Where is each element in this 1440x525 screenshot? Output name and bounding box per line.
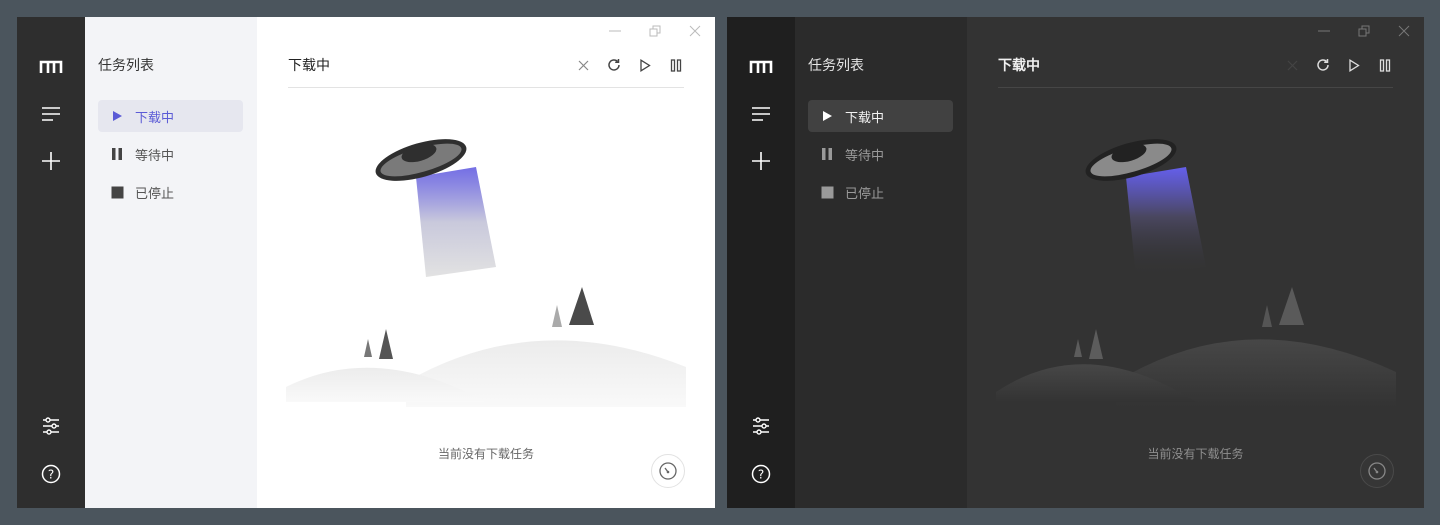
- main-panel: 下载中 当前没有下载任务: [257, 17, 715, 508]
- page-title: 下载中: [288, 57, 330, 73]
- empty-illustration: [286, 139, 686, 407]
- close-icon[interactable]: [1284, 57, 1300, 73]
- pause-icon[interactable]: [1377, 57, 1393, 73]
- sidebar-item-stopped[interactable]: 已停止: [98, 176, 243, 208]
- menu-icon[interactable]: [749, 102, 773, 126]
- sidebar-item-label: 下载中: [845, 109, 885, 125]
- pause-icon[interactable]: [668, 57, 684, 73]
- speed-button[interactable]: [651, 454, 685, 488]
- settings-icon[interactable]: [39, 414, 63, 438]
- logo-icon[interactable]: [39, 55, 63, 79]
- minimize-icon[interactable]: [605, 24, 625, 38]
- add-icon[interactable]: [749, 149, 773, 173]
- left-rail: ?: [17, 17, 85, 508]
- empty-message: 当前没有下载任务: [1147, 447, 1244, 461]
- hills: [286, 287, 686, 407]
- maximize-icon[interactable]: [1354, 24, 1374, 38]
- pause-icon: [818, 147, 836, 161]
- settings-icon[interactable]: [749, 414, 773, 438]
- sidebar-item-downloading[interactable]: 下载中: [98, 100, 243, 132]
- left-rail: ?: [727, 17, 795, 508]
- ufo: [375, 139, 496, 277]
- sidebar-item-waiting[interactable]: 等待中: [98, 138, 243, 170]
- sidebar-title: 任务列表: [808, 57, 864, 73]
- sidebar-item-downloading[interactable]: 下载中: [808, 100, 953, 132]
- refresh-icon[interactable]: [1315, 57, 1331, 73]
- sidebar-title: 任务列表: [98, 57, 154, 73]
- task-sidebar: 任务列表 下载中 等待中 已停止: [85, 17, 257, 508]
- logo-icon[interactable]: [749, 55, 773, 79]
- app-window-light: ? 任务列表 下载中 等待中 已停止 下载中 当前没有下载任务: [17, 17, 715, 508]
- app-window-dark: ? 任务列表 下载中 等待中 已停止 下载中 当前没有下载任务: [727, 17, 1424, 508]
- add-icon[interactable]: [39, 149, 63, 173]
- maximize-icon[interactable]: [645, 24, 665, 38]
- help-icon[interactable]: ?: [749, 462, 773, 486]
- minimize-icon[interactable]: [1314, 24, 1334, 38]
- ufo: [1085, 139, 1206, 277]
- play-icon: [108, 110, 126, 122]
- sidebar-item-label: 已停止: [135, 185, 175, 201]
- sidebar-item-label: 已停止: [845, 185, 885, 201]
- menu-icon[interactable]: [39, 102, 63, 126]
- sidebar-item-stopped[interactable]: 已停止: [808, 176, 953, 208]
- hills: [996, 287, 1396, 407]
- svg-text:?: ?: [758, 468, 764, 482]
- sidebar-item-label: 等待中: [845, 147, 885, 163]
- window-controls: [605, 24, 705, 38]
- play-icon: [818, 110, 836, 122]
- close-icon[interactable]: [1394, 24, 1414, 38]
- task-toolbar: [1284, 57, 1393, 73]
- window-controls: [1314, 24, 1414, 38]
- pause-icon: [108, 147, 126, 161]
- task-sidebar: 任务列表 下载中 等待中 已停止: [795, 17, 967, 508]
- page-title: 下载中: [998, 57, 1040, 73]
- play-icon[interactable]: [1346, 57, 1362, 73]
- task-toolbar: [575, 57, 684, 73]
- speedometer-icon: [1368, 462, 1386, 480]
- main-panel: 下载中 当前没有下载任务: [967, 17, 1424, 508]
- sidebar-item-waiting[interactable]: 等待中: [808, 138, 953, 170]
- task-list: 下载中 等待中 已停止: [85, 100, 257, 208]
- help-icon[interactable]: ?: [39, 462, 63, 486]
- svg-text:?: ?: [48, 468, 54, 482]
- sidebar-item-label: 下载中: [135, 109, 175, 125]
- close-icon[interactable]: [685, 24, 705, 38]
- task-list: 下载中 等待中 已停止: [795, 100, 967, 208]
- empty-message: 当前没有下载任务: [437, 447, 534, 461]
- speed-button[interactable]: [1360, 454, 1394, 488]
- close-icon[interactable]: [575, 57, 591, 73]
- stop-icon: [818, 186, 836, 199]
- play-icon[interactable]: [637, 57, 653, 73]
- sidebar-item-label: 等待中: [135, 147, 175, 163]
- main-header: 下载中: [288, 55, 684, 88]
- main-header: 下载中: [998, 55, 1393, 88]
- empty-illustration: [996, 139, 1396, 407]
- stop-icon: [108, 186, 126, 199]
- speedometer-icon: [659, 462, 677, 480]
- refresh-icon[interactable]: [606, 57, 622, 73]
